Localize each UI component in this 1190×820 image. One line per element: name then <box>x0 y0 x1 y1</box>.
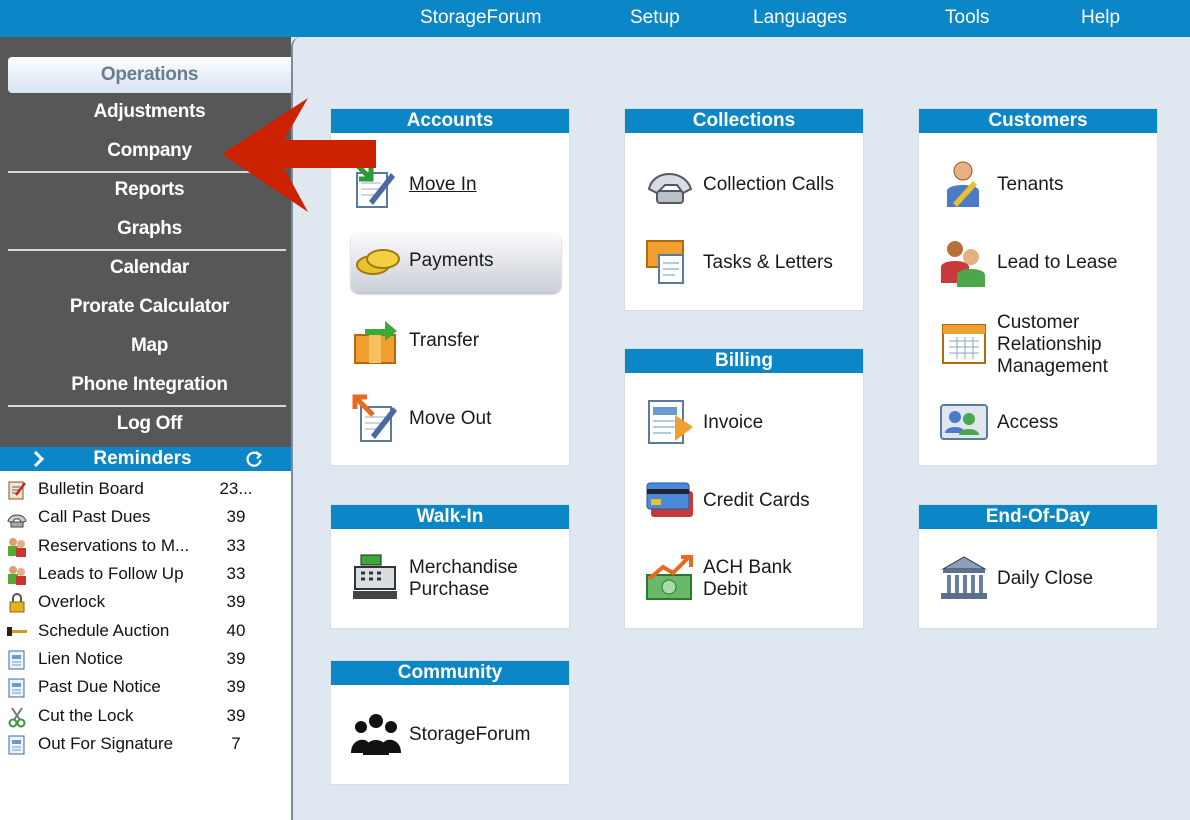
customers-panel: Customers Tenants Lead to Lease Customer… <box>918 108 1158 466</box>
tasks-letters-label: Tasks & Letters <box>703 252 833 273</box>
access-card-icon <box>940 404 988 440</box>
crm-label: Customer Relationship Management <box>997 312 1108 377</box>
reminder-cut-the-lock[interactable]: Cut the Lock 39 <box>0 702 291 730</box>
red-arrow-pointer <box>222 98 376 212</box>
tenant-icon <box>947 161 979 207</box>
payments-label: Payments <box>409 250 494 271</box>
coins-icon <box>356 249 400 275</box>
access-button[interactable]: Access <box>939 395 1149 455</box>
nav-graphs[interactable]: Graphs <box>8 210 291 248</box>
credit-cards-label: Credit Cards <box>703 490 810 511</box>
invoice-label: Invoice <box>703 412 764 433</box>
community-group-icon <box>351 714 401 755</box>
daily-close-button[interactable]: Daily Close <box>939 551 1149 611</box>
reminder-leads-follow-up[interactable]: Leads to Follow Up 33 <box>0 560 291 588</box>
customers-panel-title: Customers <box>919 109 1157 133</box>
daily-close-label: Daily Close <box>997 568 1094 589</box>
menu-help[interactable]: Help <box>1081 0 1120 37</box>
community-panel: Community StorageForum <box>330 660 570 785</box>
clipboard-icon <box>8 481 26 500</box>
money-chart-icon <box>646 555 693 600</box>
menu-setup[interactable]: Setup <box>630 0 680 37</box>
crm-button[interactable]: Customer Relationship Management <box>939 312 1154 377</box>
nav-calendar[interactable]: Calendar <box>8 249 291 287</box>
move-in-label: Move In <box>409 174 477 195</box>
lead-to-lease-label: Lead to Lease <box>997 252 1118 273</box>
bank-building-icon <box>941 556 987 599</box>
people-icon <box>8 538 26 557</box>
move-in-button[interactable]: Move In <box>351 157 551 217</box>
merchandise-purchase-button[interactable]: Merchandise Purchase <box>351 551 561 611</box>
reminder-past-due-notice[interactable]: Past Due Notice 39 <box>0 673 291 701</box>
community-storageforum-button[interactable]: StorageForum <box>351 707 561 767</box>
billing-panel: Billing Invoice Credit Cards ACH Bank De… <box>624 348 864 629</box>
padlock-icon <box>9 593 25 613</box>
nav-map[interactable]: Map <box>8 327 291 365</box>
reminders-header: Reminders <box>0 447 291 471</box>
community-storageforum-label: StorageForum <box>409 724 531 745</box>
reminder-reservations[interactable]: Reservations to M... 33 <box>0 532 291 560</box>
walk-in-panel: Walk-In Merchandise Purchase <box>330 504 570 629</box>
nav-phone-integration[interactable]: Phone Integration <box>8 366 291 404</box>
transfer-button[interactable]: Transfer <box>351 313 551 373</box>
document-icon <box>8 678 25 698</box>
move-out-icon <box>352 394 397 442</box>
cash-register-icon <box>353 554 397 599</box>
invoice-icon <box>648 400 693 444</box>
billing-panel-title: Billing <box>625 349 863 373</box>
reminder-overlock[interactable]: Overlock 39 <box>0 588 291 616</box>
tenants-label: Tenants <box>997 174 1064 195</box>
collection-calls-label: Collection Calls <box>703 174 834 195</box>
invoice-button[interactable]: Invoice <box>645 395 855 455</box>
nav-operations[interactable]: Operations <box>8 57 291 93</box>
gavel-icon <box>7 627 27 636</box>
menu-storageforum[interactable]: StorageForum <box>420 0 541 37</box>
collections-panel-title: Collections <box>625 109 863 133</box>
telephone-icon <box>647 173 693 204</box>
reminder-lien-notice[interactable]: Lien Notice 39 <box>0 645 291 673</box>
reminder-bulletin-board[interactable]: Bulletin Board 23... <box>0 475 291 503</box>
reminders-list: Bulletin Board 23... Call Past Dues 39 R… <box>0 471 291 820</box>
transfer-label: Transfer <box>409 330 480 351</box>
menu-tools[interactable]: Tools <box>945 0 989 37</box>
menu-languages[interactable]: Languages <box>753 0 847 37</box>
ach-bank-debit-button[interactable]: ACH Bank Debit <box>645 551 855 611</box>
top-menu-bar: StorageForum Setup Languages Tools Help <box>0 0 1190 37</box>
move-out-label: Move Out <box>409 408 492 429</box>
walk-in-panel-title: Walk-In <box>331 505 569 529</box>
credit-card-icon <box>646 482 693 517</box>
access-label: Access <box>997 412 1059 433</box>
refresh-icon[interactable] <box>244 449 264 469</box>
move-out-button[interactable]: Move Out <box>351 391 551 451</box>
lead-to-lease-button[interactable]: Lead to Lease <box>939 235 1149 295</box>
merchandise-purchase-label: Merchandise Purchase <box>409 557 518 600</box>
telephone-icon <box>7 514 27 528</box>
collection-calls-button[interactable]: Collection Calls <box>645 157 855 217</box>
collections-panel: Collections Collection Calls Tasks & Let… <box>624 108 864 311</box>
payments-button[interactable]: Payments <box>351 233 561 293</box>
nav-log-off[interactable]: Log Off <box>8 405 291 443</box>
reminder-schedule-auction[interactable]: Schedule Auction 40 <box>0 617 291 645</box>
letters-icon <box>646 240 684 284</box>
end-of-day-panel-title: End-Of-Day <box>919 505 1157 529</box>
document-icon <box>8 650 25 670</box>
community-panel-title: Community <box>331 661 569 685</box>
tenants-button[interactable]: Tenants <box>939 157 1149 217</box>
scissors-icon <box>8 707 26 728</box>
end-of-day-panel: End-Of-Day Daily Close <box>918 504 1158 629</box>
reminder-out-for-signature[interactable]: Out For Signature 7 <box>0 730 291 758</box>
credit-cards-button[interactable]: Credit Cards <box>645 473 855 533</box>
tasks-letters-button[interactable]: Tasks & Letters <box>645 235 855 295</box>
people-icon <box>8 566 26 585</box>
document-icon <box>8 735 25 755</box>
nav-prorate-calculator[interactable]: Prorate Calculator <box>8 288 291 326</box>
ach-bank-debit-label: ACH Bank Debit <box>703 557 792 600</box>
calendar-icon <box>942 324 986 364</box>
reminder-call-past-dues[interactable]: Call Past Dues 39 <box>0 503 291 531</box>
transfer-icon <box>354 321 397 364</box>
people-icon <box>941 241 985 287</box>
